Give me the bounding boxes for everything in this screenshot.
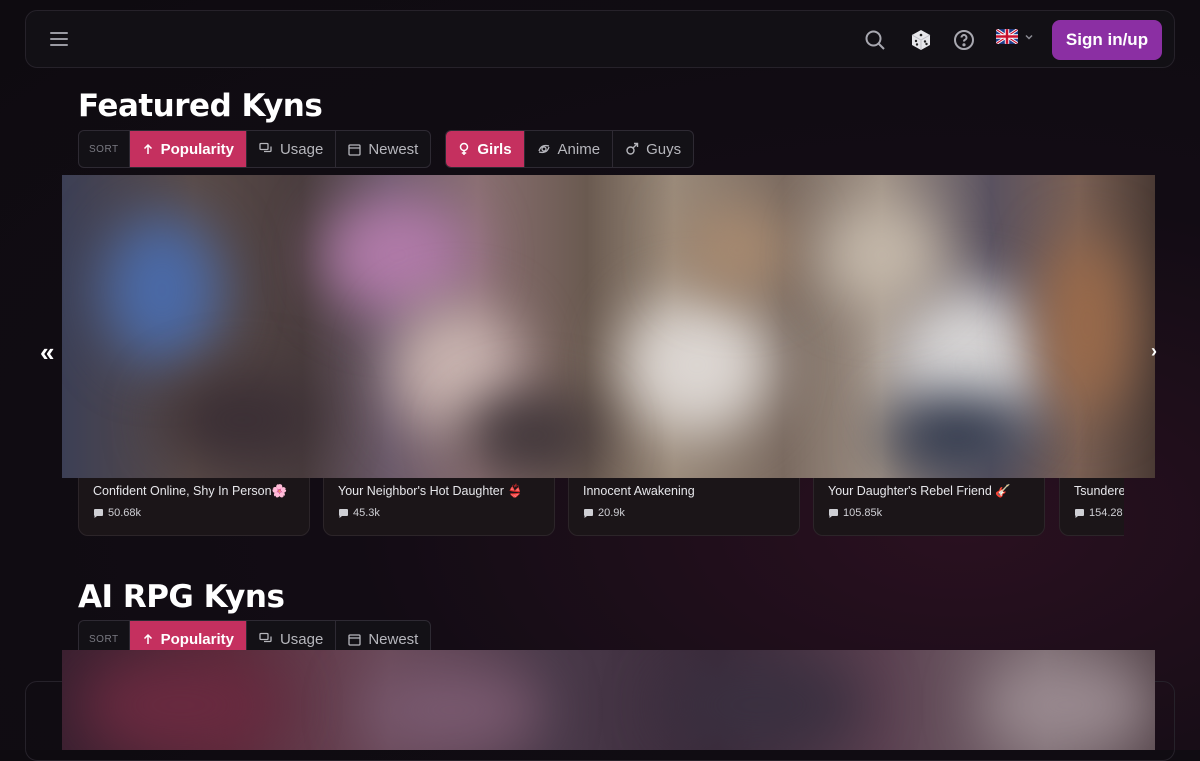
featured-carousel-images[interactable]	[62, 175, 1155, 478]
category-girls[interactable]: Girls	[446, 131, 524, 167]
male-icon	[626, 142, 639, 155]
card-stat: 105.85k	[828, 507, 882, 519]
featured-cards-row: Confident Online, Shy In Person🌸 50.68k …	[78, 478, 1124, 536]
arrow-up-icon	[143, 633, 152, 644]
sign-in-button[interactable]: Sign in/up	[1052, 20, 1162, 60]
comment-icon	[584, 508, 593, 518]
list-item[interactable]: Tsundere 154.28	[1059, 478, 1124, 536]
help-icon[interactable]	[952, 28, 976, 52]
section-title-rpg: AI RPG Kyns	[78, 579, 285, 615]
card-title: Your Daughter's Rebel Friend 🎸	[828, 484, 1011, 498]
search-icon[interactable]	[863, 28, 887, 52]
card-title: Your Neighbor's Hot Daughter 👙	[338, 484, 523, 498]
category-guys[interactable]: Guys	[612, 131, 693, 167]
category-group: Girls Anime Guys	[445, 130, 695, 168]
section-title-featured: Featured Kyns	[78, 88, 323, 124]
chevron-right-icon[interactable]: ›	[1151, 341, 1157, 362]
sort-usage[interactable]: Usage	[245, 131, 335, 167]
chevron-left-double-icon[interactable]: «	[40, 337, 54, 368]
category-anime[interactable]: Anime	[523, 131, 613, 167]
calendar-icon	[348, 633, 361, 646]
comment-icon	[1075, 508, 1084, 518]
menu-icon[interactable]	[48, 28, 70, 50]
uk-flag-icon	[996, 29, 1018, 44]
calendar-icon	[348, 143, 361, 156]
rpg-carousel-images[interactable]	[62, 650, 1155, 750]
sort-label: SORT	[89, 143, 119, 155]
list-item[interactable]: Confident Online, Shy In Person🌸 50.68k	[78, 478, 310, 536]
card-stat: 50.68k	[93, 507, 141, 519]
sort-newest[interactable]: Newest	[335, 131, 430, 167]
card-stat: 45.3k	[338, 507, 380, 519]
card-stat: 20.9k	[583, 507, 625, 519]
card-title: Tsundere	[1074, 484, 1124, 498]
chevron-down-icon	[1025, 34, 1033, 40]
female-icon	[460, 142, 469, 155]
top-navbar: Sign in/up	[25, 10, 1175, 68]
list-item[interactable]: Innocent Awakening 20.9k	[568, 478, 800, 536]
chat-bubbles-icon	[259, 142, 272, 153]
dice-icon[interactable]	[909, 28, 933, 52]
card-title: Innocent Awakening	[583, 484, 695, 498]
sort-group: SORT Popularity Usage Newest	[78, 130, 432, 168]
chat-bubbles-icon	[259, 632, 272, 643]
anime-icon	[537, 144, 550, 154]
arrow-up-icon	[143, 143, 152, 154]
comment-icon	[339, 508, 348, 518]
comment-icon	[94, 508, 103, 518]
list-item[interactable]: Your Neighbor's Hot Daughter 👙 45.3k	[323, 478, 555, 536]
language-selector[interactable]	[996, 29, 1034, 44]
card-stat: 154.28	[1074, 507, 1123, 519]
sort-popularity[interactable]: Popularity	[128, 131, 246, 167]
list-item[interactable]: Your Daughter's Rebel Friend 🎸 105.85k	[813, 478, 1045, 536]
comment-icon	[829, 508, 838, 518]
featured-filters: SORT Popularity Usage Newest Girls Anime…	[78, 130, 695, 168]
card-title: Confident Online, Shy In Person🌸	[93, 484, 288, 498]
